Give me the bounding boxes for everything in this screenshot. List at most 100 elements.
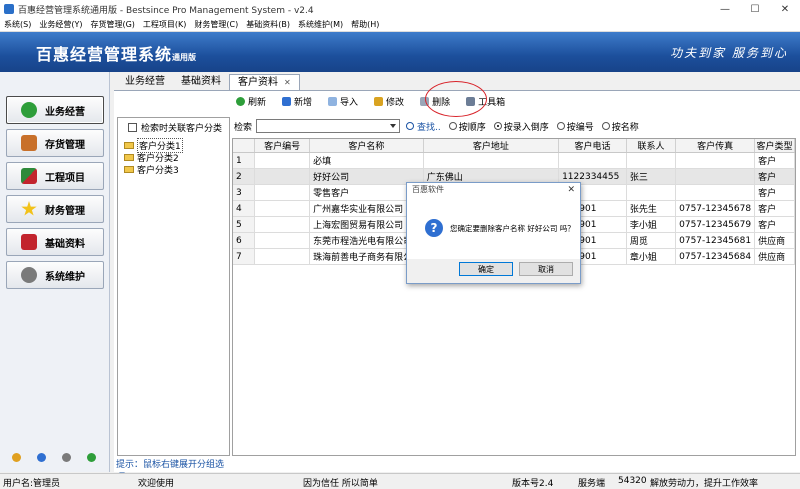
tab-customer-data[interactable]: 客户资料 ✕ <box>229 74 300 90</box>
close-button[interactable]: ✕ <box>770 0 800 18</box>
table-cell <box>254 248 311 265</box>
sort-by-entry-desc-radio[interactable]: 按录入倒序 <box>493 120 549 133</box>
table-cell: 客户 <box>754 184 795 201</box>
minimize-button[interactable]: — <box>710 0 740 18</box>
column-header[interactable]: 客户地址 <box>423 139 560 153</box>
help-icon[interactable] <box>62 453 71 462</box>
tree-node[interactable]: 客户分类2 <box>124 152 179 164</box>
sidebar-item-finance[interactable]: 财务管理 <box>6 195 104 223</box>
row-number: 4 <box>233 200 256 217</box>
column-header[interactable]: 客户名称 <box>309 139 424 153</box>
table-cell <box>254 152 311 169</box>
import-icon <box>328 96 338 106</box>
status-user: 用户名:管理员 <box>3 479 61 489</box>
table-cell <box>626 184 677 201</box>
ok-button[interactable]: 确定 <box>459 262 513 276</box>
table-cell: 供应商 <box>754 232 795 249</box>
sidebar-item-maintenance[interactable]: 系统维护 <box>6 261 104 289</box>
table-cell: 张三 <box>626 168 677 185</box>
status-bar: 用户名:管理员 欢迎使用 因为信任 所以简单 版本号2.4 服务端 54320 … <box>0 473 800 489</box>
edit-icon <box>374 96 384 106</box>
search-row: 检索 查找.. 按顺序 按录入倒序 按编号 按名称 <box>234 118 639 134</box>
maximize-button[interactable]: ☐ <box>740 0 770 18</box>
table-cell <box>675 168 756 185</box>
column-header[interactable]: 联系人 <box>626 139 677 153</box>
status-welcome: 欢迎使用 <box>138 479 175 489</box>
sort-by-code-radio[interactable]: 按编号 <box>556 120 594 133</box>
column-header[interactable]: 客户电话 <box>558 139 627 153</box>
tab-business[interactable]: 业务经营 <box>117 74 173 90</box>
table-cell <box>423 152 560 169</box>
tree-node[interactable]: 客户分类3 <box>124 164 179 176</box>
header-banner: 百惠经营管理系统通用版 功夫到家 服务到心 <box>0 32 800 72</box>
table-cell: 必填 <box>309 152 424 169</box>
tree-node[interactable]: 客户分类1 <box>124 138 183 153</box>
sort-by-order-radio[interactable]: 按顺序 <box>448 120 486 133</box>
menu-projects[interactable]: 工程项目(K) <box>139 19 191 30</box>
column-header <box>233 139 256 153</box>
dialog-title: 百惠软件 <box>412 185 444 194</box>
table-cell <box>254 200 311 217</box>
highlight-circle <box>425 81 487 117</box>
banner-slogan: 功夫到家 服务到心 <box>670 46 788 60</box>
tab-basic-data[interactable]: 基础资料 <box>173 74 229 90</box>
window-title: 百惠经营管理系统通用版 - Bestsince Pro Management S… <box>18 5 314 16</box>
table-cell: 章小姐 <box>626 248 677 265</box>
table-cell <box>558 152 627 169</box>
table-cell: 李小姐 <box>626 216 677 233</box>
plus-icon <box>282 96 292 106</box>
table-cell <box>254 168 311 185</box>
status-motto: 因为信任 所以简单 <box>303 479 378 489</box>
import-button[interactable]: 导入 <box>328 95 358 108</box>
exit-icon[interactable] <box>87 453 96 462</box>
row-number: 3 <box>233 184 256 201</box>
edit-button[interactable]: 修改 <box>374 95 404 108</box>
search-input[interactable] <box>256 119 401 133</box>
dialog-close-button[interactable]: ✕ <box>567 183 575 197</box>
link-category-checkbox[interactable]: 检索时关联客户分类 <box>128 121 222 134</box>
menu-basic-data[interactable]: 基础资料(B) <box>242 19 294 30</box>
edit-icon[interactable] <box>12 453 21 462</box>
book-icon <box>21 234 37 250</box>
column-header[interactable]: 客户编号 <box>254 139 311 153</box>
confirm-dialog: 百惠软件 ✕ ? 您确定要删除客户名称 好好公司 吗？ 确定 取消 <box>406 182 581 284</box>
column-header[interactable]: 客户类型 <box>754 139 795 153</box>
menu-help[interactable]: 帮助(H) <box>347 19 383 30</box>
column-header[interactable]: 客户传真 <box>675 139 756 153</box>
table-cell: 客户 <box>754 168 795 185</box>
sidebar-item-projects[interactable]: 工程项目 <box>6 162 104 190</box>
table-cell: 客户 <box>754 152 795 169</box>
sidebar-item-basic-data[interactable]: 基础资料 <box>6 228 104 256</box>
checkbox[interactable] <box>128 123 137 132</box>
table-cell <box>626 152 677 169</box>
menu-system[interactable]: 系统(S) <box>0 19 35 30</box>
sort-by-name-radio[interactable]: 按名称 <box>601 120 639 133</box>
tab-strip: 业务经营 基础资料 客户资料 ✕ <box>117 74 300 90</box>
table-cell: 供应商 <box>754 248 795 265</box>
find-button[interactable]: 查找.. <box>406 120 441 133</box>
puzzle-icon <box>21 168 37 184</box>
refresh-icon <box>236 96 245 106</box>
sidebar-item-inventory[interactable]: 存货管理 <box>6 129 104 157</box>
title-bar: 百惠经营管理系统通用版 - Bestsince Pro Management S… <box>0 0 800 18</box>
menu-finance[interactable]: 财务管理(C) <box>190 19 242 30</box>
table-cell: 客户 <box>754 200 795 217</box>
info-icon[interactable] <box>37 453 46 462</box>
menu-maintenance[interactable]: 系统维护(M) <box>294 19 347 30</box>
sidebar: 业务经营 存货管理 工程项目 财务管理 基础资料 系统维护 <box>0 72 110 472</box>
table-cell: 0757-12345679 <box>675 216 756 233</box>
menu-business[interactable]: 业务经营(Y) <box>35 19 86 30</box>
tab-close-icon[interactable]: ✕ <box>284 78 291 87</box>
row-number: 5 <box>233 216 256 233</box>
table-cell: 客户 <box>754 216 795 233</box>
table-cell: 周觅 <box>626 232 677 249</box>
gear-icon <box>21 267 37 283</box>
cancel-button[interactable]: 取消 <box>519 262 573 276</box>
refresh-button[interactable]: 刷新 <box>236 95 266 108</box>
folder-icon <box>124 154 134 161</box>
menu-inventory[interactable]: 存货管理(G) <box>86 19 138 30</box>
sidebar-item-business[interactable]: 业务经营 <box>6 96 104 124</box>
table-row[interactable]: 1 必填 客户 <box>233 152 795 169</box>
add-button[interactable]: 新增 <box>282 95 312 108</box>
table-cell <box>675 152 756 169</box>
